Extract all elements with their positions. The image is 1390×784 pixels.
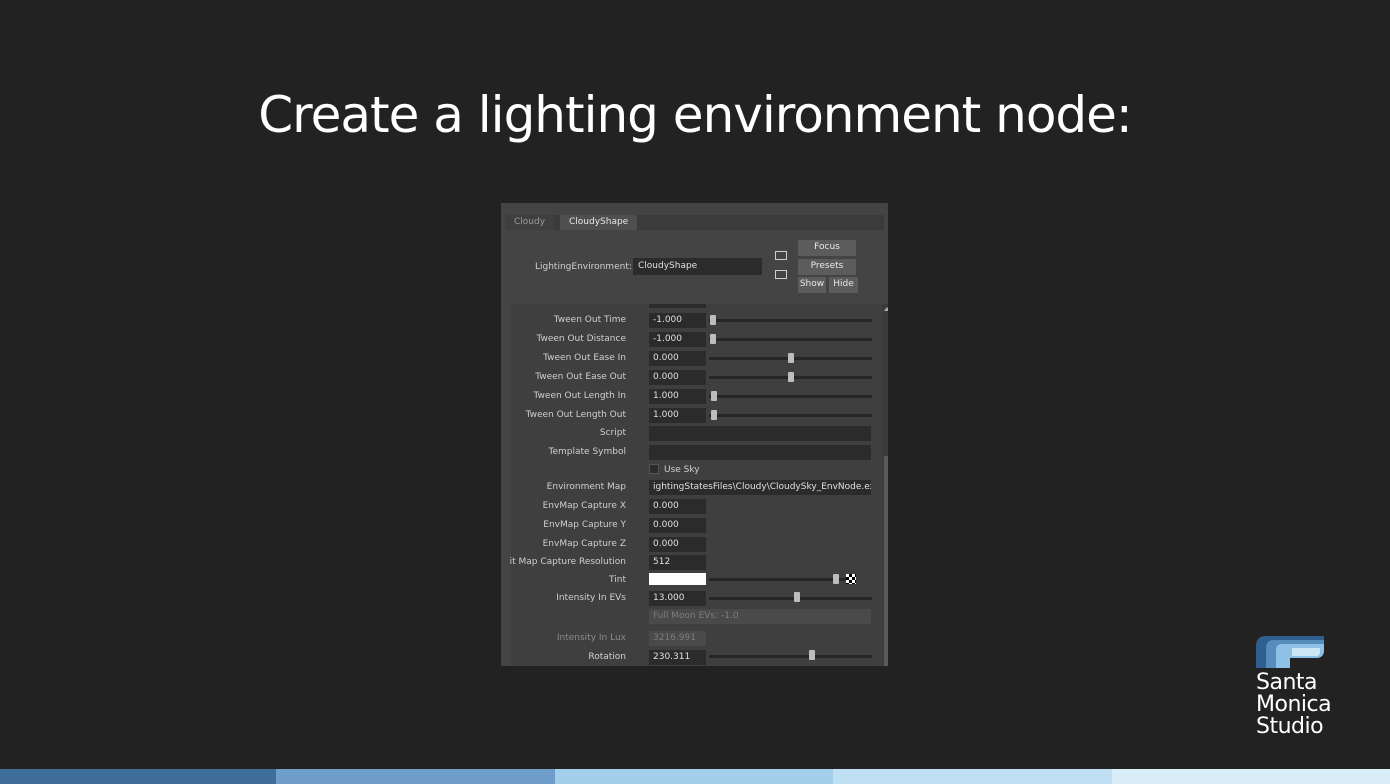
template-symbol-field[interactable] [649, 445, 871, 460]
input-connection-icon[interactable] [775, 251, 787, 260]
envmap-capture-x-label: EnvMap Capture X [542, 501, 626, 511]
tween-out-distance-slider[interactable] [709, 338, 872, 341]
tween-out-ease-in-slider-handle[interactable] [788, 353, 794, 363]
tween-out-length-out-label: Tween Out Length Out [525, 410, 626, 420]
santa-monica-logo-mark-icon [1256, 636, 1324, 668]
logo-line-3: Studio [1256, 714, 1324, 739]
vertical-scrollbar[interactable] [882, 304, 888, 666]
logo-line-2: Monica [1256, 692, 1332, 717]
footer-segment-4 [833, 769, 1112, 784]
tween-out-time-slider-handle[interactable] [710, 315, 716, 325]
tween-out-ease-out-slider-handle[interactable] [788, 372, 794, 382]
tween-out-ease-out-field[interactable]: 0.000 [649, 370, 706, 385]
tween-out-distance-label: Tween Out Distance [536, 334, 626, 344]
scroll-up-arrow-icon[interactable] [884, 307, 888, 311]
tween-out-ease-in-label: Tween Out Ease In [543, 353, 626, 363]
output-connection-icon[interactable] [775, 270, 787, 279]
full-moon-hint-field: Full Moon EVs: -1.0 [649, 609, 871, 624]
node-name-field[interactable]: CloudyShape [633, 258, 762, 275]
tween-out-length-out-slider-handle[interactable] [711, 410, 717, 420]
santa-monica-logo-text: Santa Monica Studio [1256, 670, 1332, 739]
tween-out-length-in-slider-handle[interactable] [711, 391, 717, 401]
tween-out-distance-slider-handle[interactable] [710, 334, 716, 344]
tint-slider[interactable] [709, 578, 849, 581]
template-symbol-label: Template Symbol [548, 447, 626, 457]
envmap-capture-z-field[interactable]: 0.000 [649, 537, 706, 552]
tab-cloudy[interactable]: Cloudy [505, 215, 555, 230]
show-button[interactable]: Show [798, 277, 826, 293]
tab-bar: Cloudy CloudyShape [505, 215, 884, 230]
intensity-evs-slider[interactable] [709, 597, 872, 600]
envmap-capture-y-field[interactable]: 0.000 [649, 518, 706, 533]
intensity-lux-label: Intensity In Lux [556, 633, 626, 643]
intensity-evs-label: Intensity In EVs [556, 593, 626, 603]
script-label: Script [599, 428, 626, 438]
tween-out-ease-in-field[interactable]: 0.000 [649, 351, 706, 366]
footer-color-bar [0, 769, 1390, 784]
environment-map-field[interactable]: ightingStatesFiles\Cloudy\CloudySky_EnvN… [649, 480, 871, 495]
tween-out-length-in-slider[interactable] [709, 395, 872, 398]
slide-title: Create a lighting environment node: [258, 86, 1133, 144]
footer-segment-3 [555, 769, 833, 784]
logo-line-1: Santa [1256, 670, 1318, 695]
tween-out-time-slider[interactable] [709, 319, 872, 322]
focus-button[interactable]: Focus [798, 240, 856, 256]
rotation-slider[interactable] [709, 655, 872, 658]
rotation-field[interactable]: 230.311 [649, 650, 706, 665]
envmap-capture-z-label: EnvMap Capture Z [542, 539, 626, 549]
tween-out-distance-field[interactable]: -1.000 [649, 332, 706, 347]
rotation-slider-handle[interactable] [809, 650, 815, 660]
tint-slider-handle[interactable] [833, 574, 839, 584]
tween-out-length-in-label: Tween Out Length In [533, 391, 626, 401]
tween-out-length-in-field[interactable]: 1.000 [649, 389, 706, 404]
environment-map-label: Environment Map [546, 482, 626, 492]
tint-color-swatch[interactable] [649, 573, 706, 585]
use-sky-checkbox[interactable] [649, 464, 659, 474]
footer-segment-5 [1112, 769, 1390, 784]
use-sky-label: Use Sky [664, 465, 700, 475]
tween-out-length-out-field[interactable]: 1.000 [649, 408, 706, 423]
node-type-label: LightingEnvironment: [535, 262, 632, 272]
scrollbar-thumb[interactable] [884, 456, 888, 666]
texture-map-icon[interactable] [846, 574, 856, 584]
tint-label: Tint [609, 575, 626, 585]
capture-resolution-label: it Map Capture Resolution [509, 557, 626, 567]
tab-cloudyshape[interactable]: CloudyShape [560, 215, 638, 230]
tween-out-ease-out-label: Tween Out Ease Out [535, 372, 626, 382]
intensity-evs-field[interactable]: 13.000 [649, 591, 706, 606]
footer-segment-2 [276, 769, 555, 784]
presets-button[interactable]: Presets [798, 259, 856, 275]
tween-out-length-out-slider[interactable] [709, 414, 872, 417]
intensity-evs-slider-handle[interactable] [794, 592, 800, 602]
footer-segment-1 [0, 769, 276, 784]
clipped-field [649, 304, 706, 308]
attributes-scroll-area: Tween Out Time -1.000 Tween Out Distance… [509, 304, 888, 666]
attribute-editor-panel: Cloudy CloudyShape LightingEnvironment: … [501, 203, 888, 666]
script-field[interactable] [649, 426, 871, 441]
envmap-capture-x-field[interactable]: 0.000 [649, 499, 706, 514]
hide-button[interactable]: Hide [829, 277, 858, 293]
tween-out-time-field[interactable]: -1.000 [649, 313, 706, 328]
capture-resolution-field[interactable]: 512 [649, 555, 706, 570]
envmap-capture-y-label: EnvMap Capture Y [543, 520, 626, 530]
rotation-label: Rotation [588, 652, 626, 662]
tween-out-time-label: Tween Out Time [553, 315, 626, 325]
intensity-lux-field: 3216.991 [649, 631, 706, 646]
